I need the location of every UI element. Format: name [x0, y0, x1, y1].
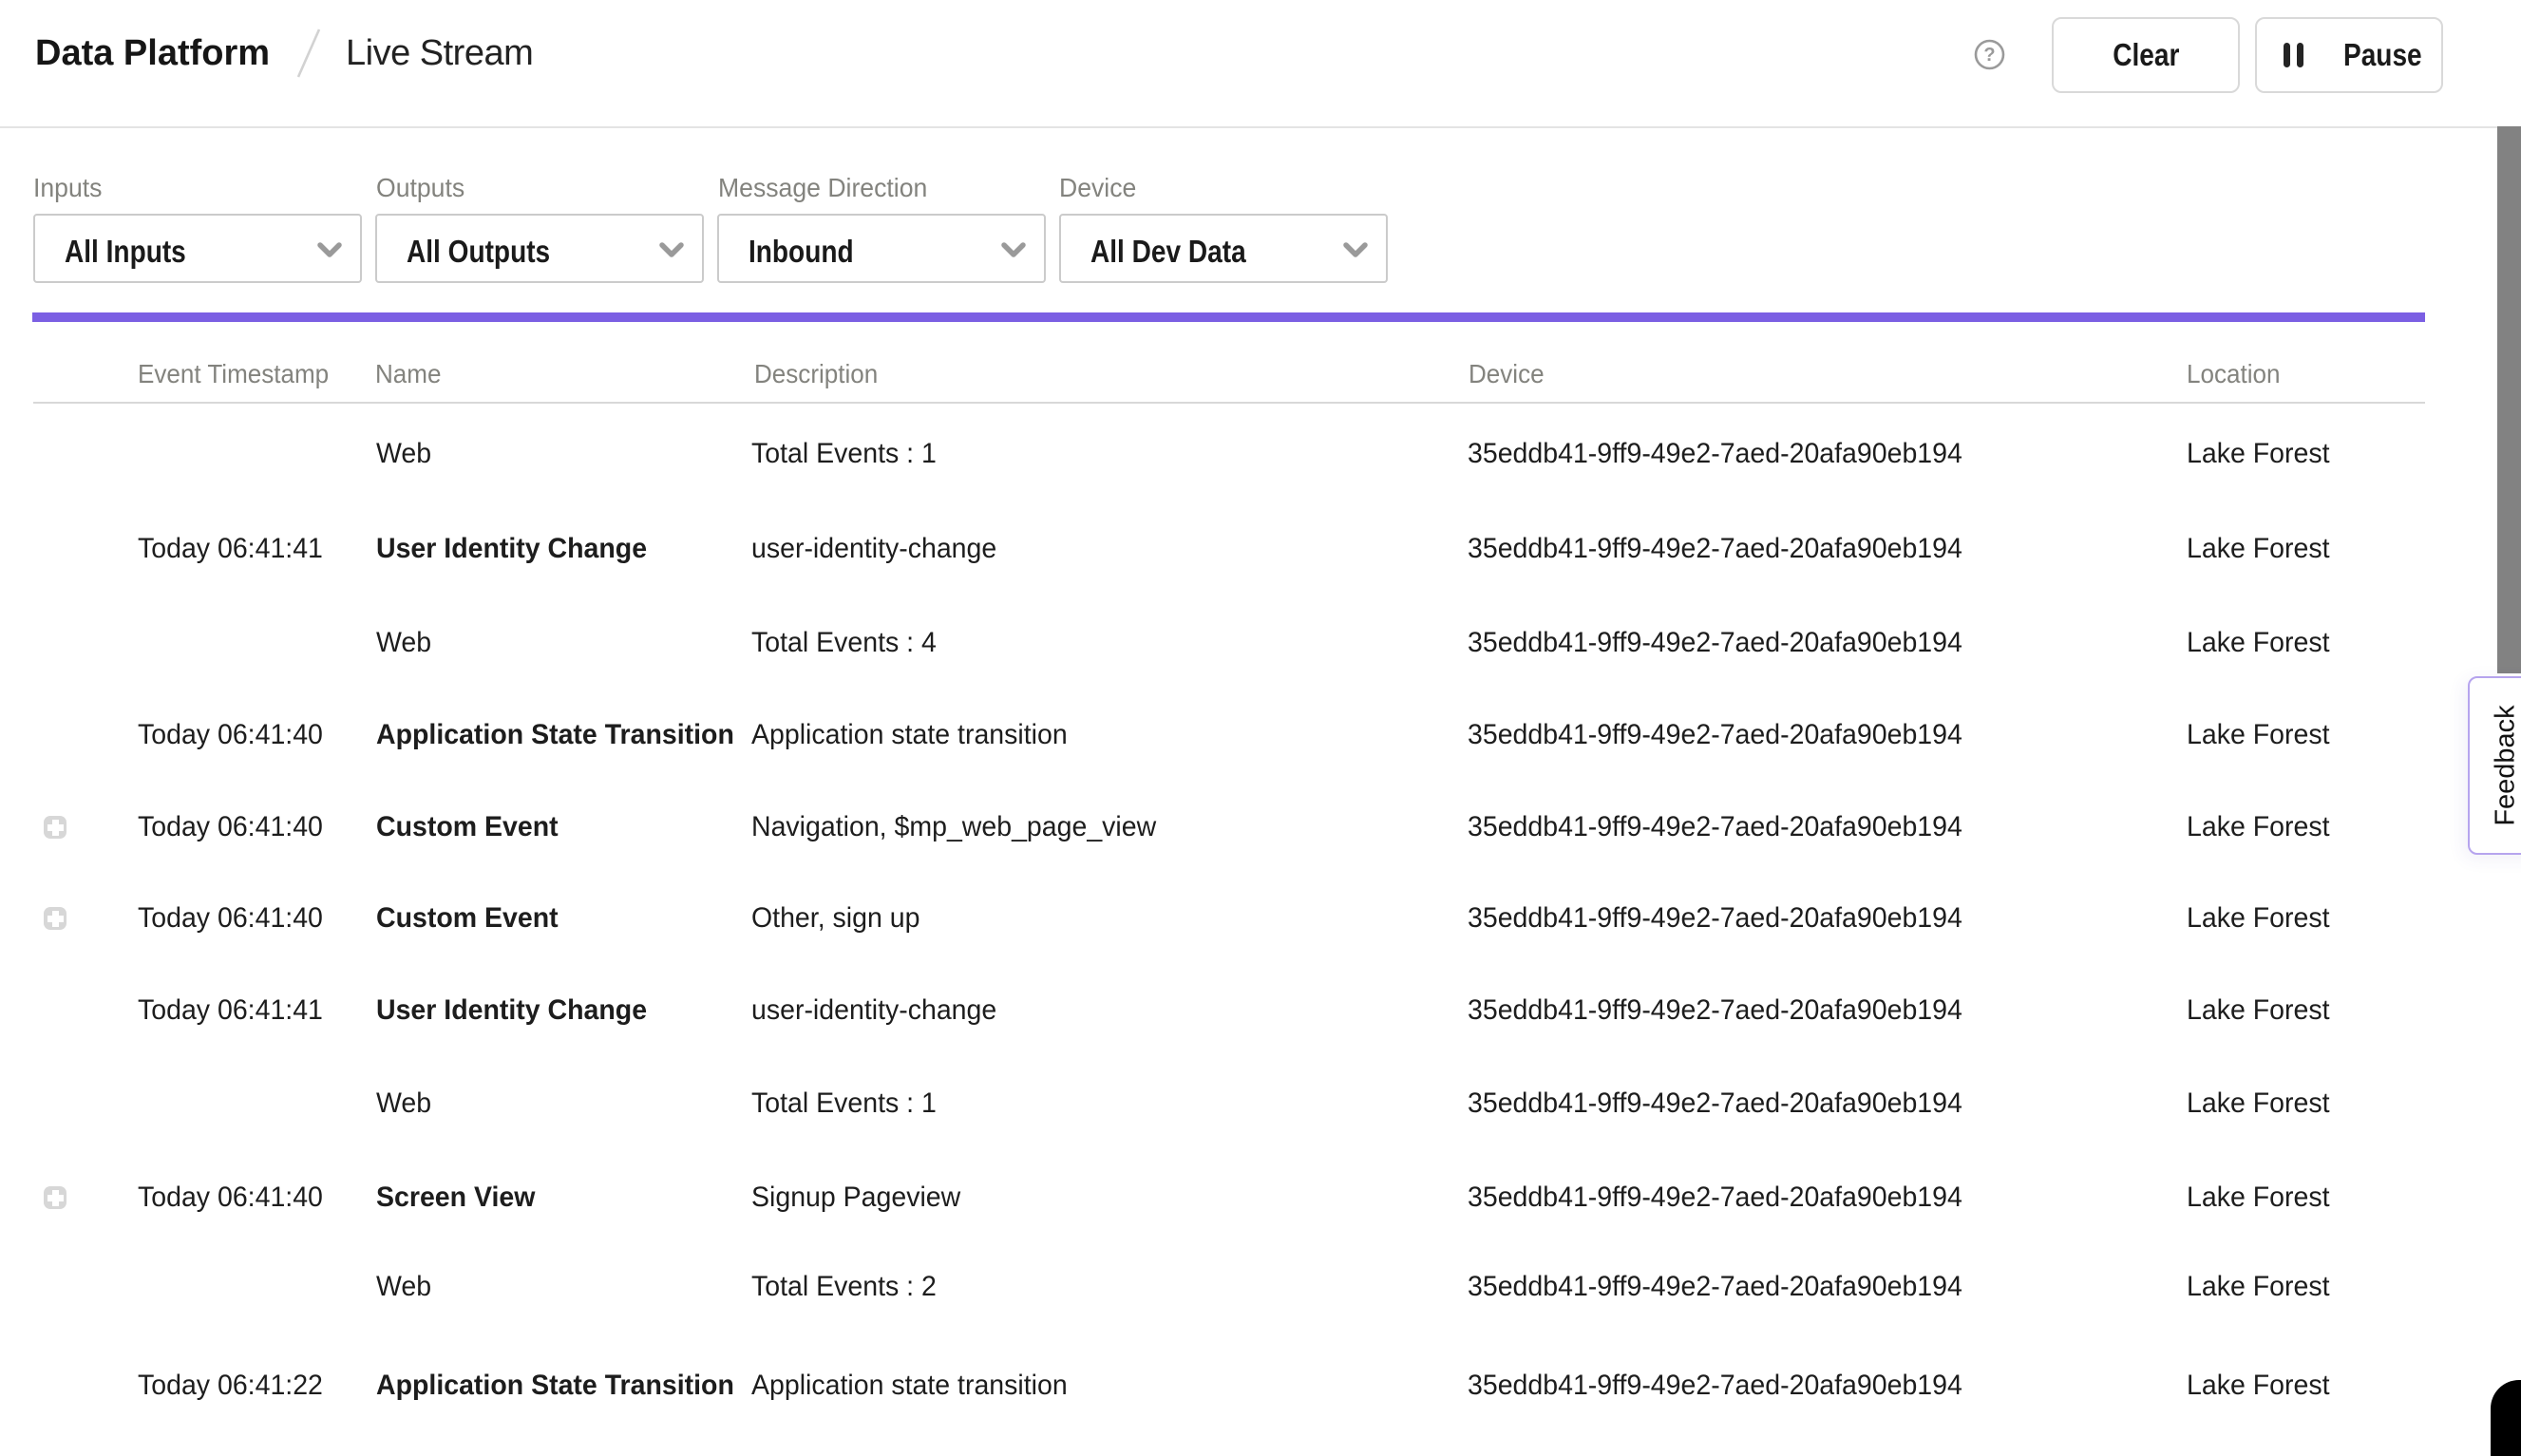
svg-text:?: ?: [1983, 45, 1995, 66]
